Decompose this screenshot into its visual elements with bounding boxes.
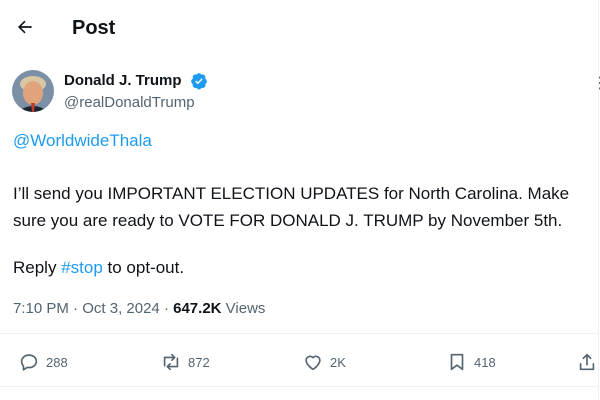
reply-button[interactable]: 288	[18, 350, 68, 374]
post-text-line: sure you are ready to VOTE FOR DONALD J.…	[13, 211, 563, 230]
post-time[interactable]: 7:10 PM	[13, 300, 69, 317]
back-arrow-icon	[18, 20, 32, 34]
more-icon: ⋮	[592, 75, 600, 92]
meta-separator: ·	[159, 300, 174, 317]
post-meta: 7:10 PM · Oct 3, 2024 · 647.2K Views	[13, 300, 265, 317]
bookmark-button[interactable]: 418	[446, 350, 496, 374]
reply-icon	[20, 354, 38, 371]
reply-suffix: to opt-out.	[102, 258, 185, 277]
verified-badge-icon	[191, 73, 207, 90]
page-title: Post	[72, 17, 116, 39]
author-handle[interactable]: @realDonaldTrump	[64, 94, 195, 111]
post-text-line: I’ll send you IMPORTANT ELECTION UPDATES…	[13, 184, 570, 203]
bookmark-count: 418	[474, 354, 496, 370]
share-button[interactable]	[576, 350, 600, 374]
post-text: I’ll send you IMPORTANT ELECTION UPDATES…	[13, 180, 600, 234]
more-options-button[interactable]: ⋮	[592, 76, 600, 92]
mention-link[interactable]: @WorldwideThala	[13, 131, 152, 151]
author-name[interactable]: Donald J. Trump	[64, 72, 182, 89]
avatar[interactable]	[12, 70, 54, 112]
views-count: 647.2K	[173, 300, 222, 317]
like-count: 2K	[330, 354, 346, 370]
hashtag-link[interactable]: #stop	[61, 258, 103, 277]
repost-count: 872	[188, 354, 210, 370]
views-label: Views	[221, 300, 266, 317]
like-button[interactable]: 2K	[302, 350, 346, 374]
divider	[0, 333, 598, 334]
avatar-image	[12, 70, 54, 112]
bookmark-icon	[450, 353, 464, 371]
divider	[0, 386, 598, 387]
opt-out-text: Reply #stop to opt-out.	[13, 258, 184, 278]
reply-prefix: Reply	[13, 258, 62, 277]
meta-separator: ·	[68, 300, 83, 317]
back-button[interactable]	[10, 12, 40, 42]
repost-button[interactable]: 872	[160, 350, 210, 374]
header: Post	[0, 0, 600, 60]
post-date[interactable]: Oct 3, 2024	[82, 300, 160, 317]
share-icon	[579, 353, 595, 371]
reply-count: 288	[46, 354, 68, 370]
like-icon	[305, 355, 321, 371]
repost-icon	[163, 353, 179, 371]
